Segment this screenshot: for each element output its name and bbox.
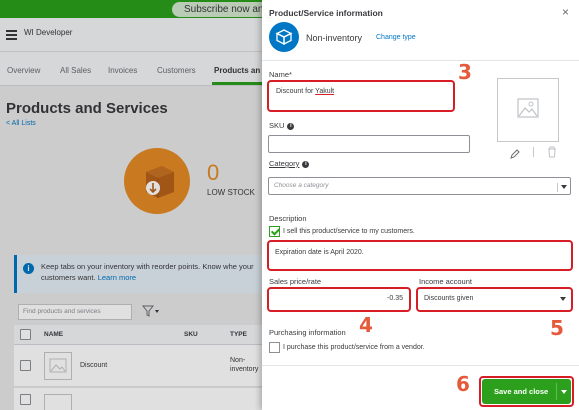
divider — [557, 183, 558, 192]
purchase-checkbox[interactable] — [269, 342, 280, 353]
step-badge-4: 4 — [359, 313, 373, 337]
description-label: Description — [269, 214, 307, 223]
trash-icon[interactable] — [547, 145, 557, 163]
purchase-checkbox-label: I purchase this product/service from a v… — [283, 344, 425, 351]
info-icon[interactable]: i — [287, 123, 295, 130]
sku-field[interactable] — [268, 135, 470, 153]
modal-overlay[interactable] — [0, 0, 264, 410]
info-icon[interactable]: i — [302, 161, 310, 168]
purchasing-label: Purchasing information — [269, 328, 346, 337]
highlight-sales-price — [267, 287, 411, 312]
highlight-income-account — [416, 287, 573, 312]
product-service-drawer: Product/Service information × Non-invent… — [262, 0, 579, 410]
highlight-description — [267, 240, 573, 271]
sell-checkbox-label: I sell this product/service to my custom… — [283, 228, 415, 235]
chevron-down-icon — [561, 185, 567, 189]
close-icon[interactable]: × — [562, 5, 569, 19]
item-type-label: Non-inventory — [306, 33, 363, 43]
change-type-link[interactable]: Change type — [376, 34, 416, 41]
box-icon — [269, 22, 299, 52]
sku-label: SKU i — [269, 121, 295, 130]
sales-price-label: Sales price/rate — [269, 277, 322, 286]
pencil-icon[interactable] — [510, 146, 520, 164]
sell-checkbox[interactable] — [269, 226, 280, 237]
category-label: Category i — [269, 159, 310, 168]
divider — [533, 147, 534, 157]
name-label: Name* — [269, 70, 292, 79]
category-placeholder: Choose a category — [274, 182, 329, 189]
step-badge-6: 6 — [456, 372, 470, 396]
highlight-name — [267, 80, 455, 112]
income-account-label: Income account — [419, 277, 472, 286]
background-app: Subscribe now an WI Developer Overview A… — [0, 0, 264, 410]
item-image[interactable] — [497, 78, 559, 142]
drawer-footer: 6 Save and close — [262, 366, 579, 410]
image-placeholder-icon — [517, 98, 539, 118]
highlight-save — [479, 376, 574, 407]
drawer-title: Product/Service information — [269, 8, 383, 18]
divider — [262, 60, 579, 61]
step-badge-3: 3 — [458, 60, 472, 84]
step-badge-5: 5 — [550, 316, 564, 340]
category-select[interactable]: Choose a category — [268, 177, 571, 195]
